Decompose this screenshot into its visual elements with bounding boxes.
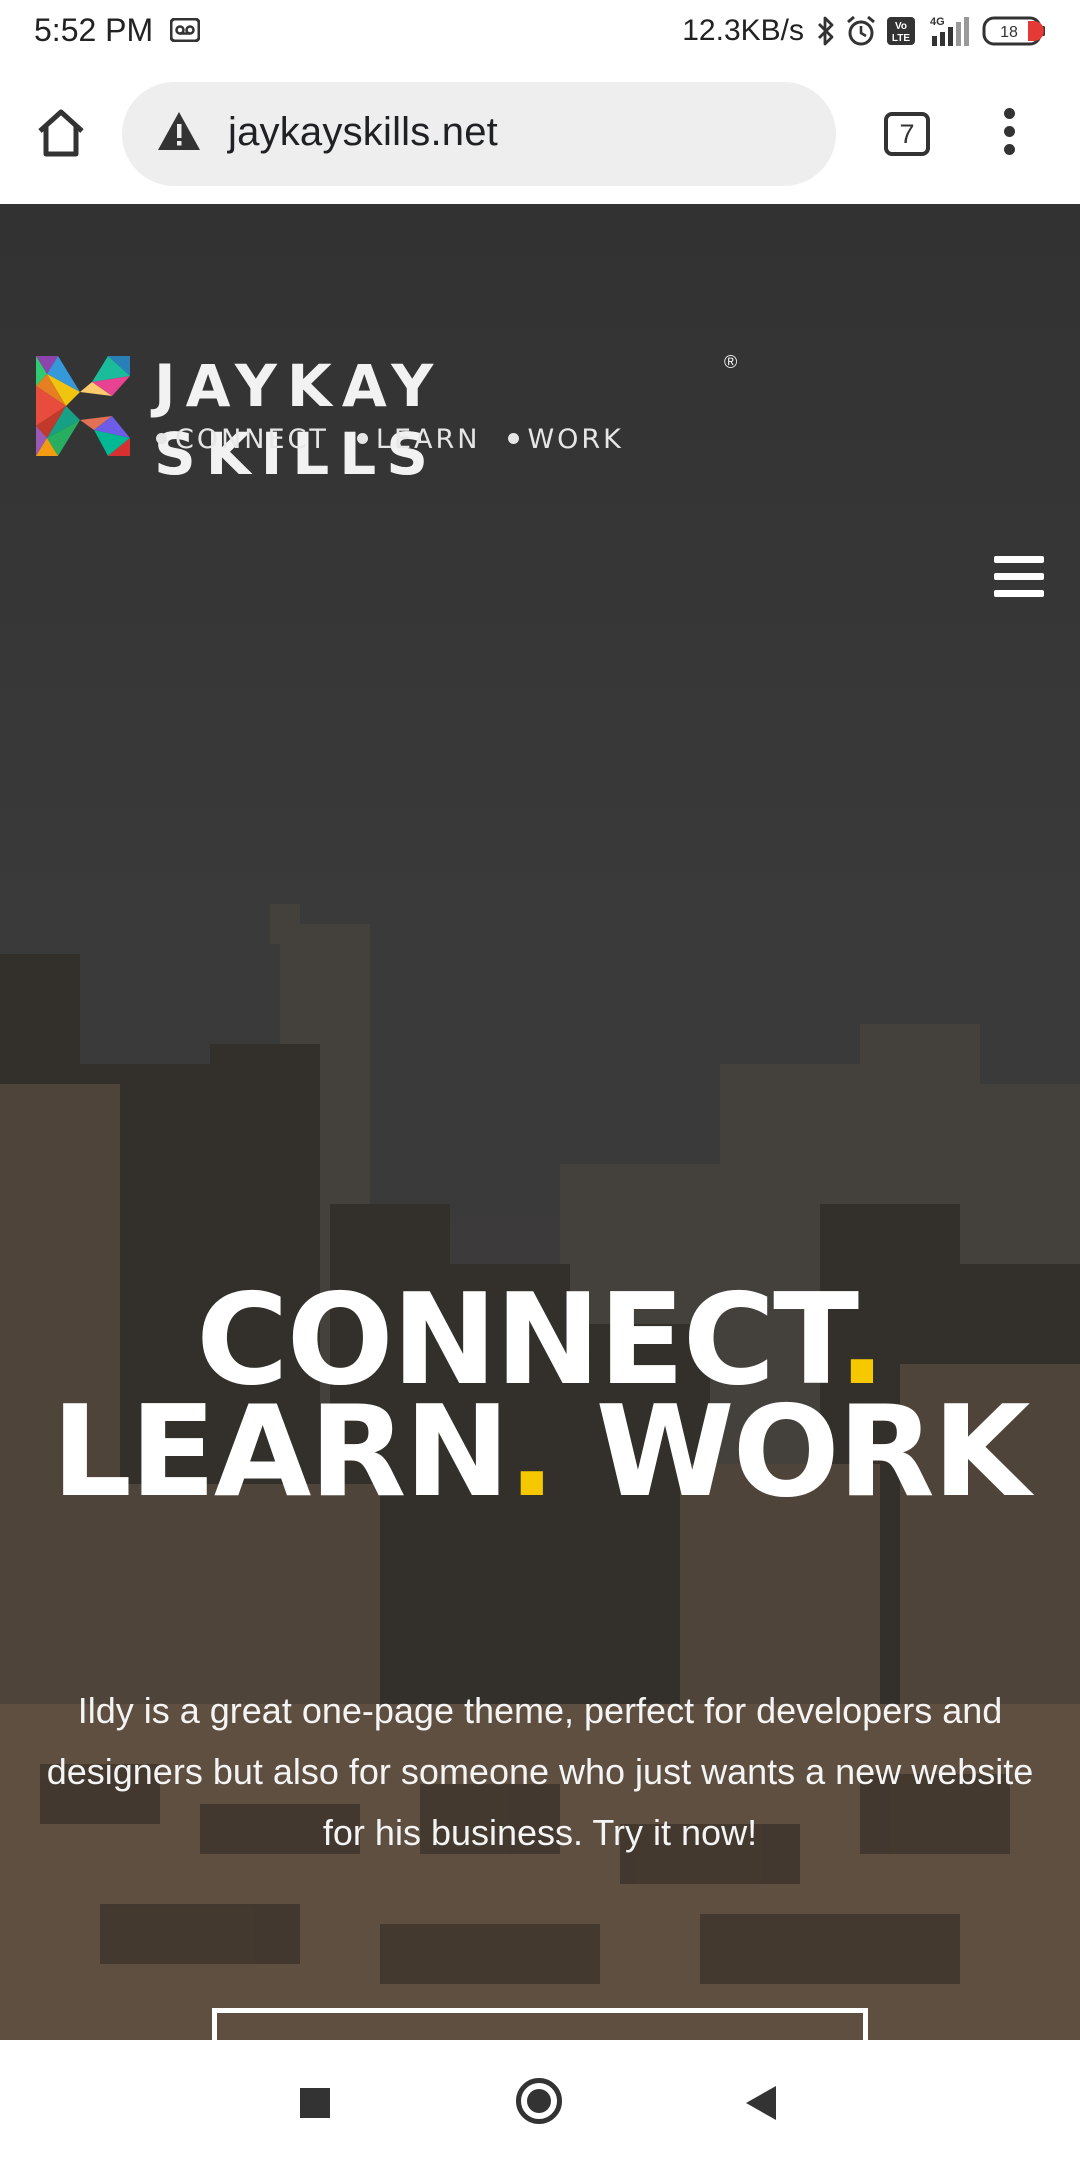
hero-headline: CONNECT. LEARN. WORK [0,1277,1080,1525]
headline-line-2: LEARN. WORK [51,1378,1031,1525]
battery-level: 18 [1000,24,1018,41]
url-text[interactable]: jaykayskills.net [228,110,498,155]
hamburger-menu-icon[interactable] [994,556,1044,598]
bluetooth-icon [816,15,836,47]
home-icon[interactable] [516,2078,562,2124]
warning-icon[interactable] [156,110,202,157]
logo-registered-mark: ® [724,352,738,372]
status-bar: 5:52 PM 12.3KB/s Vo LTE 4G 18 [0,0,1080,62]
network-speed: 12.3KB/s [682,14,804,47]
alarm-icon [844,14,878,48]
recents-icon[interactable] [300,2088,330,2118]
system-nav-bar [0,2040,1080,2160]
logo-mark-icon [36,356,130,461]
svg-text:Vo: Vo [895,21,907,32]
logo-title: JAYKAY SKILLS [154,352,444,488]
voicemail-icon [169,17,201,47]
hero-description: Ildy is a great one-page theme, perfect … [46,1690,1034,1853]
svg-text:LTE: LTE [892,33,910,44]
status-time: 5:52 PM [34,12,154,48]
logo-tagline: CONNECT LEARN WORK [156,424,624,455]
battery-icon: 18 [982,16,1046,46]
home-icon[interactable] [32,104,90,162]
tabs-button[interactable]: 7 [884,112,930,156]
back-icon[interactable] [744,2084,778,2127]
site-logo[interactable]: JAYKAY SKILLS ® CONNECT LEARN WORK [36,352,756,488]
tagline-work: WORK [527,424,624,455]
tagline-connect: CONNECT [175,424,329,455]
cta-button[interactable] [212,2008,868,2040]
signal-icon: 4G [924,14,974,48]
tagline-learn: LEARN [375,424,481,455]
volte-icon: Vo LTE [886,16,916,46]
headline-accent-dot: . [507,1378,556,1525]
url-bar[interactable]: jaykayskills.net [122,82,836,186]
more-vert-icon[interactable] [996,108,1022,160]
hero-section: JAYKAY SKILLS ® CONNECT LEARN WORK CONNECT… [0,204,1080,2040]
network-type: 4G [930,16,945,28]
browser-toolbar: jaykayskills.net 7 [0,62,1080,204]
